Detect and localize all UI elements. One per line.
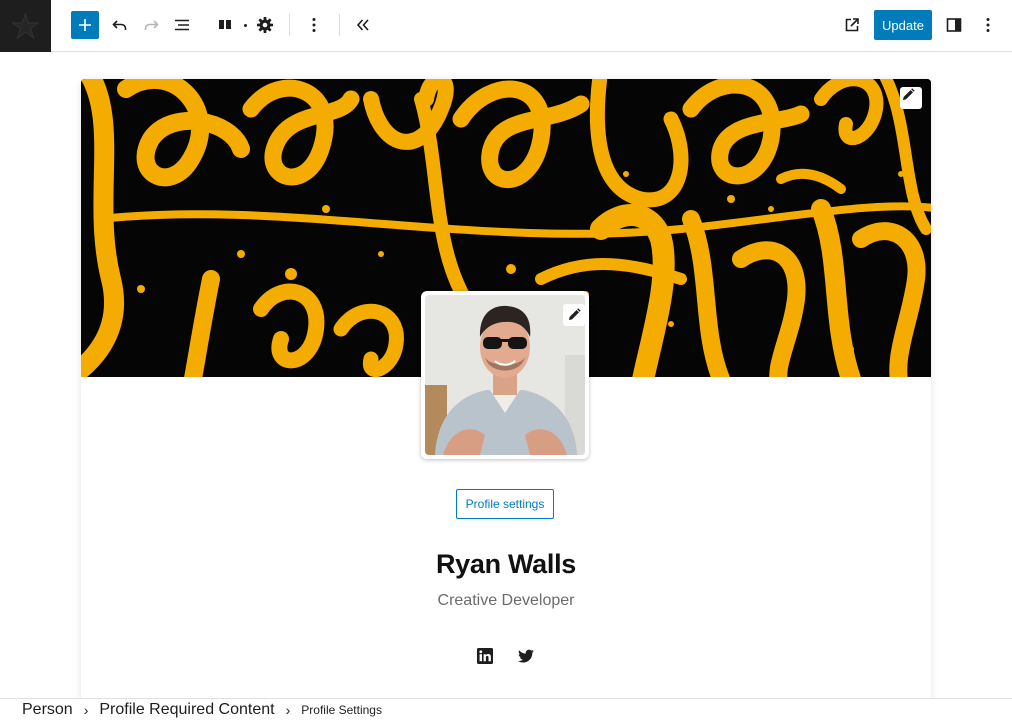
editor-canvas: Profile settings Ryan Walls Creative Dev… <box>0 52 1012 698</box>
external-view-icon <box>845 18 859 32</box>
plus-icon <box>79 19 91 31</box>
collapse-toolbar-button[interactable] <box>347 10 379 40</box>
undo-icon <box>112 20 127 30</box>
toolbar-divider <box>289 14 290 36</box>
more-options-button[interactable] <box>298 10 330 40</box>
more-vertical-icon <box>312 18 316 32</box>
linkedin-icon <box>477 648 493 664</box>
toolbar-divider <box>339 14 340 36</box>
profile-settings-button[interactable]: Profile settings <box>456 489 554 519</box>
twitter-icon <box>518 649 534 663</box>
more-vertical-icon <box>986 18 990 32</box>
redo-icon <box>144 20 159 30</box>
add-block-button[interactable] <box>71 11 99 39</box>
update-button[interactable]: Update <box>874 10 932 40</box>
twitter-link[interactable] <box>517 647 535 665</box>
breadcrumb-item-person[interactable]: Person <box>22 701 73 719</box>
pencil-icon <box>903 88 915 100</box>
person-name: Ryan Walls <box>435 549 577 579</box>
editor-toolbar: Update <box>0 0 1012 52</box>
avatar[interactable] <box>425 295 585 455</box>
profile-photo <box>425 295 585 455</box>
edit-avatar-button[interactable] <box>563 304 585 326</box>
settings-gear-icon <box>257 17 273 33</box>
undo-button[interactable] <box>104 10 136 40</box>
block-breadcrumb: Person › Profile Required Content › Prof… <box>0 698 1012 720</box>
list-view-button[interactable] <box>166 10 198 40</box>
block-type-button[interactable] <box>209 10 241 40</box>
options-menu-button[interactable] <box>972 10 1004 40</box>
linkedin-link[interactable] <box>476 647 494 665</box>
pencil-icon <box>569 308 581 320</box>
breadcrumb-separator: › <box>285 701 291 718</box>
avatar-frame <box>421 291 589 459</box>
toolbar-dot <box>244 24 247 27</box>
site-logo[interactable] <box>0 0 51 52</box>
settings-button[interactable] <box>249 10 281 40</box>
breadcrumb-item-profile-settings: Profile Settings <box>301 702 382 717</box>
redo-button[interactable] <box>135 10 167 40</box>
profile-card: Profile settings Ryan Walls Creative Dev… <box>81 79 931 698</box>
breadcrumb-item-profile-required-content[interactable]: Profile Required Content <box>99 701 274 719</box>
list-view-icon <box>175 19 189 31</box>
columns-icon <box>219 20 231 29</box>
sidebar-toggle-icon <box>946 18 962 32</box>
edit-cover-button[interactable] <box>900 87 922 109</box>
person-role: Creative Developer <box>437 592 575 609</box>
breadcrumb-separator: › <box>83 701 89 718</box>
settings-sidebar-button[interactable] <box>938 10 970 40</box>
collapse-icon <box>356 19 369 31</box>
view-post-button[interactable] <box>836 10 868 40</box>
